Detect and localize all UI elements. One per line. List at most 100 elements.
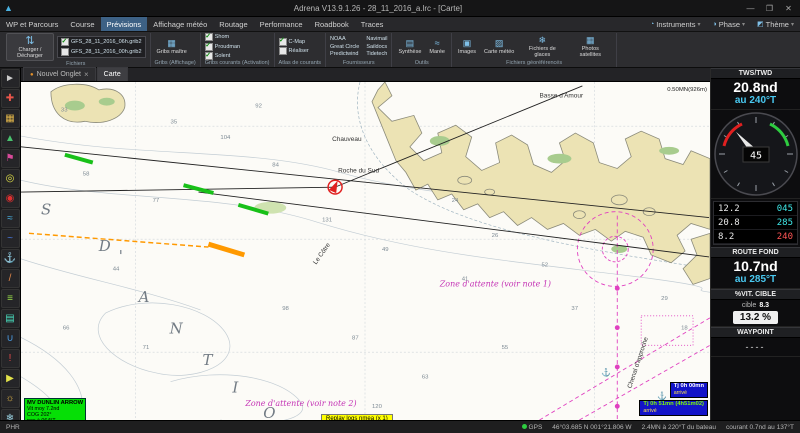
- depth-sounding: 98: [282, 306, 289, 312]
- status-bar: PHR GPS 46°03.685 N 001°21.806 W 2.4MN à…: [0, 420, 800, 433]
- checkbox-shom[interactable]: Shom: [204, 32, 240, 41]
- depth-sounding: 63: [422, 375, 429, 381]
- provider-noaa[interactable]: NOAA: [330, 36, 359, 42]
- menu-item-roadbook[interactable]: Roadbook: [309, 17, 355, 31]
- depth-sounding: 87: [352, 335, 359, 341]
- checkbox-gfs-28-11-2016-06h-grib2[interactable]: GFS_28_11_2016_06h.grib2: [61, 37, 142, 46]
- sun-tool-icon-glyph: ☼: [5, 392, 15, 404]
- label-carte-m-t-o: Carte météo: [484, 49, 515, 55]
- download-upload-icon: ⇅: [25, 35, 35, 47]
- button-synth-se[interactable]: ▤ Synthèse: [396, 38, 423, 55]
- cursor-distance: 2.4MN à 220°T du bateau: [641, 423, 716, 431]
- mob-tool-icon[interactable]: ◉: [0, 189, 20, 208]
- menu-item-pr-visions[interactable]: Prévisions: [100, 17, 148, 31]
- chart-label: Chauveau: [332, 136, 362, 143]
- button-fichiers-de-glaces[interactable]: ❄ Fichiers de glaces: [520, 35, 564, 58]
- depth-sounding: 37: [571, 306, 578, 312]
- depth-sounding: 24: [452, 198, 459, 204]
- menu-item-routage[interactable]: Routage: [213, 17, 253, 31]
- checkbox-c-map[interactable]: C-Map: [278, 36, 309, 46]
- chevron-down-icon: ▾: [742, 21, 746, 28]
- group-label-georeferences: Fichiers géoréférencés: [506, 60, 563, 66]
- cible-row: cible 8.3: [742, 302, 769, 309]
- route-fond-panel: ROUTE FOND 10.7nd au 285°T: [711, 247, 800, 289]
- titlebar: ▲ Adrena V13.9.1.26 - 28_11_2016_a.lrc -…: [0, 0, 800, 17]
- replay-tool-icon[interactable]: ▶: [0, 369, 20, 388]
- snow-tool-icon[interactable]: ❄: [0, 409, 20, 420]
- ais-target-box[interactable]: MV DUNLIN ARROW Vit moy 7.2ndCOG 202°pos…: [24, 398, 87, 420]
- current-tool-icon[interactable]: ~: [0, 229, 20, 248]
- menu-item-wp-et-parcours[interactable]: WP et Parcours: [0, 17, 64, 31]
- sun-tool-icon[interactable]: ☼: [0, 389, 20, 408]
- button-mar-e[interactable]: ≈ Marée: [427, 38, 447, 55]
- sog-value: 10.7nd: [733, 258, 778, 274]
- menu-right-instruments[interactable]: ◔ Instruments ▾: [644, 17, 706, 31]
- charger-decharger-button[interactable]: ⇅ Charger / Décharger: [6, 33, 54, 61]
- button-photos-satellites[interactable]: ▦ Photos satellites: [568, 35, 612, 58]
- nautical-chart[interactable]: ⚓⚓ SD'ANTIO Basse d'AmourChauveauRoche d…: [21, 82, 710, 420]
- menu-item-performance[interactable]: Performance: [254, 17, 309, 31]
- pointer-tool-icon[interactable]: ►: [0, 69, 20, 88]
- route-tool-icon[interactable]: ⚑: [0, 149, 20, 168]
- replay-status-badge[interactable]: Replay logs nmea (x 1): [321, 414, 393, 420]
- checkbox-box: [61, 48, 69, 56]
- provider-navimail[interactable]: Navimail: [366, 36, 387, 42]
- waypoint-tool-icon[interactable]: ◎: [0, 169, 20, 188]
- grib-tool-icon[interactable]: ▤: [0, 309, 20, 328]
- close-tab-icon[interactable]: ×: [84, 70, 89, 79]
- boat-tool-icon[interactable]: ▲: [0, 129, 20, 148]
- providers-col-1: Navimail Saildocs Tidetech: [366, 36, 387, 57]
- depth-sounding: 104: [220, 135, 231, 141]
- compass-dial: 45: [713, 112, 798, 196]
- tide-tool-icon-glyph: ∪: [6, 332, 14, 344]
- provider-saildocs[interactable]: Saildocs: [366, 44, 387, 50]
- tab-nouvel-onglet[interactable]: ● Nouvel Onglet ×: [23, 67, 96, 81]
- wind-tool-icon[interactable]: ≈: [0, 209, 20, 228]
- menu-item-course[interactable]: Course: [64, 17, 100, 31]
- button-images[interactable]: ▣ Images: [456, 38, 478, 55]
- cible-label: cible: [741, 302, 757, 309]
- layers-tool-icon[interactable]: ≡: [0, 289, 20, 308]
- target-percent-value: 13.2 %: [732, 311, 779, 324]
- depth-sounding: 35: [171, 119, 178, 125]
- anchor-tool-icon[interactable]: ⚓: [0, 249, 20, 268]
- checkbox-solent[interactable]: Solent: [204, 51, 240, 60]
- depth-sounding: 66: [63, 326, 70, 332]
- label-images: Images: [458, 49, 477, 55]
- maximize-button[interactable]: ❐: [762, 4, 777, 13]
- checkbox-gfs-28-11-2016-00h-grib2[interactable]: GFS_28_11_2016_00h.grib2: [61, 48, 142, 56]
- depth-sounding: 84: [272, 163, 279, 169]
- menu-right-th-me[interactable]: ◩ Thème ▾: [751, 17, 800, 31]
- mar-e-icon: ≈: [434, 38, 440, 48]
- ribbon-group-fichiers: ⇅ Charger / Décharger GFS_28_11_2016_06h…: [2, 33, 151, 67]
- instrument-row: 12.2 045: [714, 202, 797, 216]
- provider-tidetech[interactable]: Tidetech: [366, 51, 387, 57]
- menu-item-affichage-m-t-o[interactable]: Affichage météo: [147, 17, 213, 31]
- provider-great-circle[interactable]: Great Circle: [330, 44, 359, 50]
- route-tool-icon-glyph: ⚑: [5, 152, 15, 164]
- chart-area[interactable]: ⚓ ⚓ S D ' A N T I O Basse d'Amour Chauve…: [21, 82, 710, 420]
- group-label-outils: Outils: [414, 60, 429, 66]
- tab-carte[interactable]: Carte: [96, 67, 128, 81]
- menu-right-phase[interactable]: ◑ Phase ▾: [706, 17, 751, 31]
- gribs-maitre-button[interactable]: ▦ Gribs maître: [155, 38, 189, 55]
- checkbox-r-aliser[interactable]: Réaliser: [278, 47, 309, 56]
- zoom-tool-icon[interactable]: ✚: [0, 89, 20, 108]
- checkbox-box: [278, 36, 287, 46]
- provider-predictwind[interactable]: Predictwind: [330, 51, 359, 57]
- menu-item-traces[interactable]: Traces: [355, 17, 390, 31]
- chart-tool-icon[interactable]: ▦: [0, 109, 20, 128]
- button-carte-m-t-o[interactable]: ▨ Carte météo: [482, 38, 516, 55]
- checkbox-proudman[interactable]: Proudman: [204, 41, 240, 51]
- tide-tool-icon[interactable]: ∪: [0, 329, 20, 348]
- ribbon-group-atlas: C-Map Réaliser Atlas de courants: [275, 33, 327, 67]
- label-synth-se: Synthèse: [398, 49, 422, 55]
- close-button[interactable]: ✕: [781, 4, 796, 13]
- minimize-button[interactable]: —: [743, 4, 758, 13]
- current-tool-icon-glyph: ~: [7, 232, 13, 244]
- gribs-maitre-label: Gribs maître: [156, 49, 187, 55]
- checkbox-label: Solent: [214, 53, 231, 59]
- alarm-tool-icon[interactable]: !: [0, 349, 20, 368]
- group-label-atlas: Atlas de courants: [278, 60, 322, 66]
- measure-tool-icon[interactable]: /: [0, 269, 20, 288]
